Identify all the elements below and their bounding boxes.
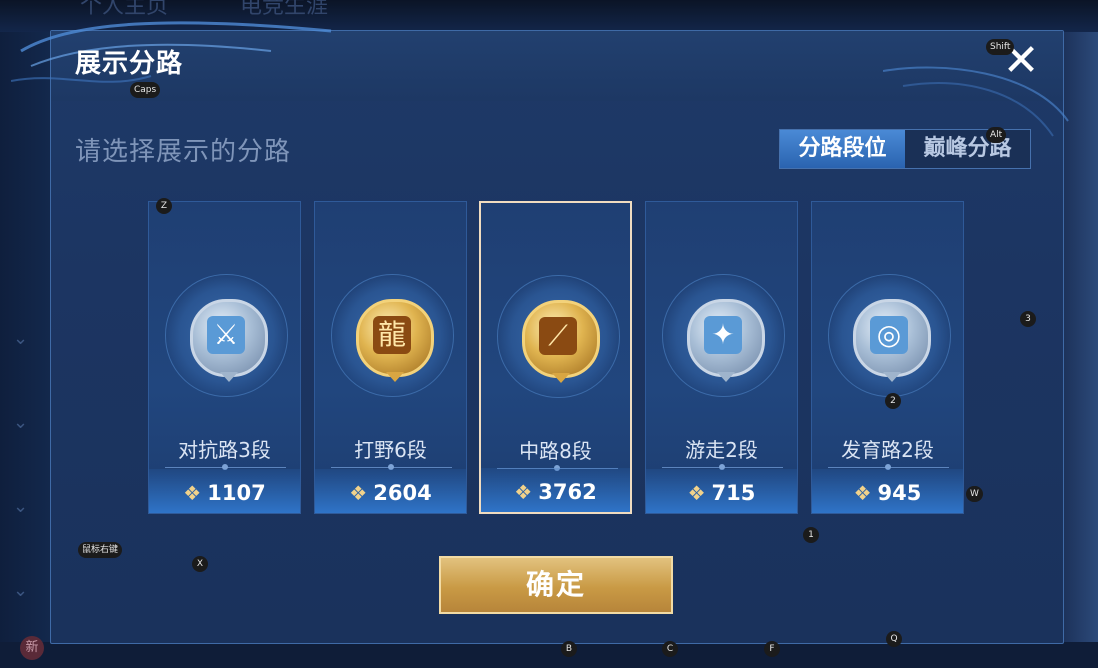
dialog-title: 展示分路 xyxy=(75,49,184,79)
lane-score: ❖ 1107 xyxy=(183,481,266,505)
background-left-panel: ⌄ ⌄ ⌄ ⌄ xyxy=(0,32,50,668)
key-hint-caps: Caps xyxy=(130,82,161,98)
rank-medal-gold: 龍 xyxy=(356,299,434,382)
points-icon: ❖ xyxy=(183,481,202,505)
dragon-icon: 龍 xyxy=(373,316,411,354)
lane-card-jungle[interactable]: 龍 打野6段 ❖ 2604 xyxy=(314,201,467,514)
chevron-down-icon: ⌄ xyxy=(13,580,29,601)
key-hint-f: F xyxy=(764,641,780,657)
points-icon: ❖ xyxy=(687,481,706,505)
key-hint-2: 2 xyxy=(885,393,901,409)
lane-score: ❖ 715 xyxy=(687,481,756,505)
key-hint-w: W xyxy=(966,486,983,502)
key-hint-alt: Alt xyxy=(986,127,1007,143)
lane-name: 发育路2段 xyxy=(841,438,934,462)
key-hint-shift: Shift xyxy=(986,39,1015,55)
lane-score: ❖ 3762 xyxy=(514,480,597,504)
key-hint-b: B xyxy=(561,641,577,657)
chevron-down-icon: ⌄ xyxy=(13,328,29,349)
lane-card-farm[interactable]: ◎ 发育路2段 ❖ 945 xyxy=(811,201,964,514)
rank-medal-silver: ✦ xyxy=(687,299,765,382)
key-hint-1: 1 xyxy=(803,527,819,543)
lane-name: 中路8段 xyxy=(519,439,592,463)
lane-card-top[interactable]: ⚔ 对抗路3段 ❖ 1107 xyxy=(148,201,301,514)
rank-medal-silver: ◎ xyxy=(853,299,931,382)
lane-name: 打野6段 xyxy=(354,438,427,462)
crossed-swords-icon: ⚔ xyxy=(207,316,245,354)
key-hint-q: Q xyxy=(886,631,902,647)
rank-medal-silver: ⚔ xyxy=(190,299,268,382)
lane-name: 游走2段 xyxy=(685,438,758,462)
lane-card-mid[interactable]: ⟋ 中路8段 ❖ 3762 xyxy=(479,201,632,514)
dialog-subtitle: 请选择展示的分路 xyxy=(75,137,292,167)
lane-card-roam[interactable]: ✦ 游走2段 ❖ 715 xyxy=(645,201,798,514)
chevron-down-icon: ⌄ xyxy=(13,496,29,517)
rank-medal-gold: ⟋ xyxy=(522,300,600,383)
points-icon: ❖ xyxy=(349,481,368,505)
confirm-button[interactable]: 确定 xyxy=(439,556,673,614)
key-hint-x: X xyxy=(192,556,208,572)
key-hint-z: Z xyxy=(156,198,172,214)
wings-icon: ✦ xyxy=(704,316,742,354)
tab-lane-rank[interactable]: 分路段位 xyxy=(780,130,905,168)
lane-display-dialog: 展示分路 ✕ 请选择展示的分路 分路段位 巅峰分路 ⚔ 对抗路3段 ❖ 1107 … xyxy=(11,21,1069,644)
key-hint-c: C xyxy=(662,641,678,657)
points-icon: ❖ xyxy=(853,481,872,505)
tab-peak-lane[interactable]: 巅峰分路 xyxy=(905,130,1030,168)
slash-icon: ⟋ xyxy=(539,317,577,355)
lane-score: ❖ 2604 xyxy=(349,481,432,505)
lane-name: 对抗路3段 xyxy=(178,438,271,462)
background-bottom-bar xyxy=(0,642,1098,668)
chevron-down-icon: ⌄ xyxy=(13,412,29,433)
key-hint-3: 3 xyxy=(1020,311,1036,327)
points-icon: ❖ xyxy=(514,480,533,504)
ring-icon: ◎ xyxy=(870,316,908,354)
lane-score: ❖ 945 xyxy=(853,481,922,505)
key-hint-mouse-right: 鼠标右键 xyxy=(78,542,123,558)
new-badge: 新 xyxy=(20,636,44,660)
